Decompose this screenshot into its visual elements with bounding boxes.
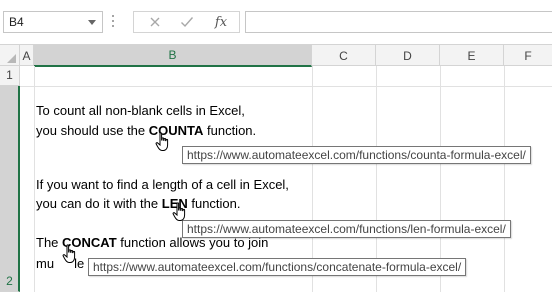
column-header-d[interactable]: D <box>376 45 440 66</box>
fx-icon: fx <box>214 14 228 30</box>
row-header-2[interactable]: 2 <box>0 86 20 292</box>
cell-b2-line: If you want to find a length of a cell i… <box>36 177 289 192</box>
name-box[interactable]: B4 <box>3 11 103 33</box>
column-header-f[interactable]: F <box>504 45 552 66</box>
formula-bar-resize-handle[interactable] <box>112 15 115 29</box>
hand-cursor-icon <box>62 244 76 263</box>
gridline <box>504 66 505 292</box>
formula-input[interactable] <box>245 11 552 33</box>
spreadsheet-grid: A B C D E F 1 2 To count all non-blank c… <box>0 44 552 292</box>
hyperlink-tooltip: https://www.automateexcel.com/functions/… <box>88 258 467 276</box>
enter-button[interactable] <box>172 12 202 32</box>
hyperlink-tooltip: https://www.automateexcel.com/functions/… <box>182 220 511 238</box>
column-header-b[interactable]: B <box>34 45 312 67</box>
hand-cursor-icon <box>155 132 169 151</box>
hand-cursor-icon <box>172 202 186 221</box>
gridline <box>20 86 552 87</box>
x-icon <box>150 17 160 27</box>
column-header-c[interactable]: C <box>312 45 376 66</box>
check-icon <box>181 17 194 28</box>
cancel-button[interactable] <box>140 12 170 32</box>
cell-b2-line: you should use the COUNTA function. <box>36 123 257 138</box>
column-headers: A B C D E F <box>0 44 552 67</box>
column-header-e[interactable]: E <box>440 45 504 66</box>
row-header-1[interactable]: 1 <box>0 66 20 86</box>
formula-bar: B4 fx <box>0 0 552 44</box>
cell-b2-line: you can do it with the LEN function. <box>36 196 241 211</box>
cell-b2-line: To count all non-blank cells in Excel, <box>36 103 245 118</box>
name-box-value: B4 <box>9 15 24 29</box>
gridline <box>34 66 35 292</box>
chevron-down-icon[interactable] <box>88 20 96 25</box>
select-all-button[interactable] <box>0 45 20 66</box>
insert-function-button[interactable]: fx <box>206 12 236 32</box>
formula-bar-buttons: fx <box>133 11 240 33</box>
hyperlink-tooltip: https://www.automateexcel.com/functions/… <box>182 146 531 164</box>
column-header-a[interactable]: A <box>20 45 34 66</box>
